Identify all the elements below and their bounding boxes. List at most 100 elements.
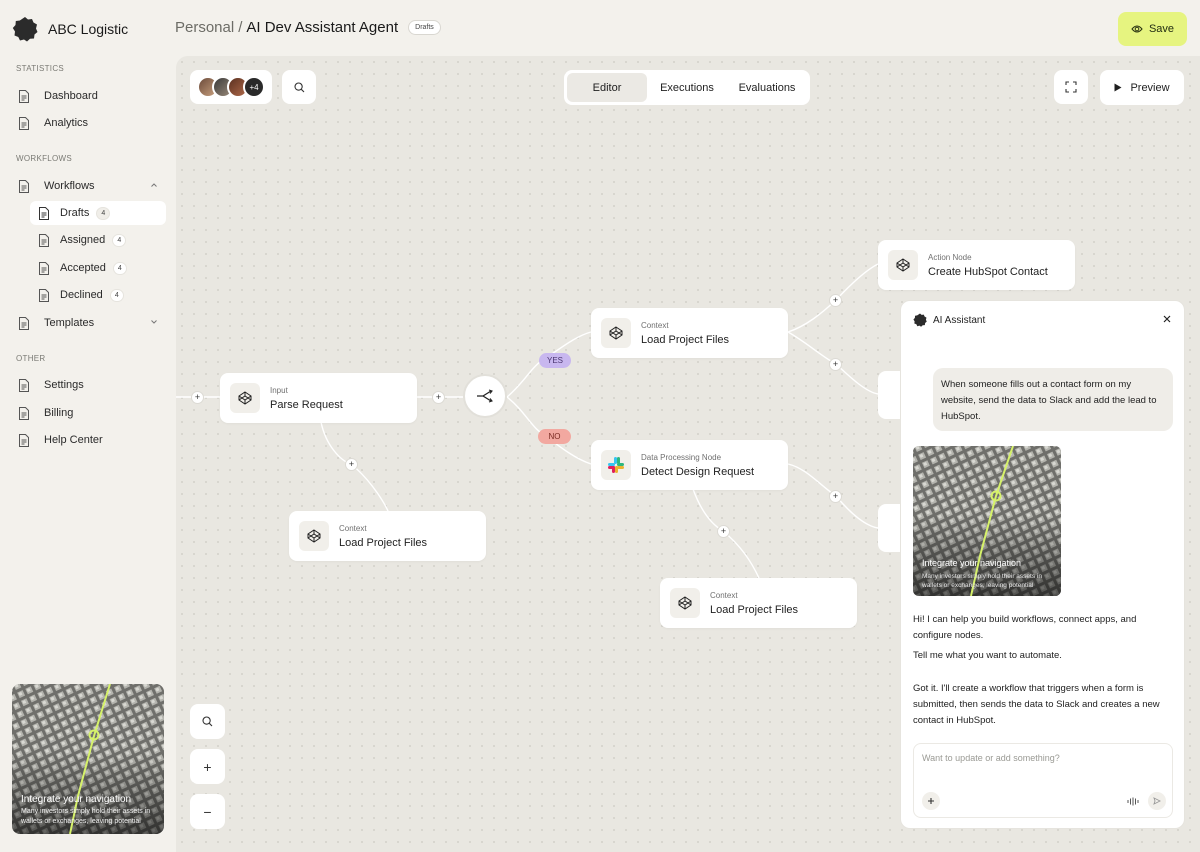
close-icon[interactable] bbox=[1162, 314, 1172, 324]
user-message: When someone fills out a contact form on… bbox=[933, 368, 1173, 431]
fullscreen-button[interactable] bbox=[1054, 70, 1088, 104]
document-icon bbox=[39, 261, 49, 275]
status-badge: Drafts bbox=[408, 20, 441, 35]
codepen-icon bbox=[238, 391, 252, 405]
node-type: Action Node bbox=[928, 253, 972, 262]
node-type: Data Processing Node bbox=[641, 453, 722, 462]
document-icon bbox=[39, 206, 49, 220]
section-title-statistics: STATISTICS bbox=[16, 64, 65, 73]
section-title-other: OTHER bbox=[16, 354, 46, 363]
search-button[interactable] bbox=[282, 70, 316, 104]
count-badge: 4 bbox=[109, 288, 124, 302]
add-node-button[interactable]: + bbox=[717, 525, 730, 538]
node-parse-request[interactable]: Input Parse Request bbox=[220, 373, 417, 423]
send-icon bbox=[1153, 797, 1161, 805]
brand-logo-icon bbox=[12, 17, 38, 42]
sidebar-item-label: Drafts bbox=[60, 207, 90, 219]
sidebar-item-assigned[interactable]: Assigned 4 bbox=[30, 228, 166, 252]
assistant-logo-icon bbox=[913, 313, 927, 327]
sidebar-item-label: Billing bbox=[44, 407, 74, 419]
sidebar-item-billing[interactable]: Billing bbox=[12, 401, 166, 425]
node-detect-design-request[interactable]: Data Processing Node Detect Design Reque… bbox=[591, 440, 788, 490]
document-icon bbox=[19, 89, 29, 103]
preview-label: Preview bbox=[1130, 81, 1170, 94]
document-icon bbox=[19, 433, 29, 447]
search-icon bbox=[202, 716, 213, 727]
promo-text: Many investors simply hold their assets … bbox=[21, 808, 151, 825]
breadcrumb: Personal / AI Dev Assistant Agent Drafts bbox=[175, 19, 441, 36]
node-icon-box bbox=[601, 450, 631, 480]
voice-button[interactable] bbox=[1124, 792, 1142, 810]
promo-title: Integrate your navigation bbox=[21, 794, 132, 805]
document-icon bbox=[19, 316, 29, 330]
sidebar-item-label: Declined bbox=[60, 289, 103, 301]
sidebar-item-label: Accepted bbox=[60, 262, 106, 274]
sidebar-item-help-center[interactable]: Help Center bbox=[12, 428, 166, 452]
chevron-up-icon[interactable] bbox=[150, 181, 158, 189]
node-icon-box bbox=[601, 318, 631, 348]
node-title: Load Project Files bbox=[710, 604, 799, 616]
tab-evaluations[interactable]: Evaluations bbox=[727, 73, 807, 102]
tab-editor[interactable]: Editor bbox=[567, 73, 647, 102]
document-icon bbox=[19, 116, 29, 130]
brand[interactable]: ABC Logistic bbox=[12, 16, 128, 42]
node-load-project-files[interactable]: Context Load Project Files bbox=[660, 578, 857, 628]
sidebar: ABC Logistic STATISTICS Dashboard Analyt… bbox=[0, 0, 176, 852]
router-node[interactable] bbox=[463, 374, 507, 418]
tab-executions[interactable]: Executions bbox=[647, 73, 727, 102]
sidebar-item-label: Workflows bbox=[44, 180, 95, 192]
attach-button[interactable] bbox=[922, 792, 940, 810]
sidebar-item-declined[interactable]: Declined 4 bbox=[30, 283, 166, 307]
node-load-project-files[interactable]: Context Load Project Files bbox=[289, 511, 486, 561]
sidebar-item-workflows[interactable]: Workflows bbox=[12, 174, 166, 198]
codepen-icon bbox=[307, 529, 321, 543]
page-title: AI Dev Assistant Agent bbox=[246, 19, 399, 36]
node-icon-box bbox=[299, 521, 329, 551]
node-title: Detect Design Request bbox=[641, 466, 755, 478]
branch-yes-label: YES bbox=[539, 353, 571, 368]
zoom-in-button[interactable]: + bbox=[190, 749, 225, 784]
breadcrumb-root[interactable]: Personal bbox=[175, 19, 234, 36]
collaborator-avatars[interactable]: +4 bbox=[190, 70, 272, 104]
search-icon bbox=[293, 81, 304, 92]
sidebar-item-templates[interactable]: Templates bbox=[12, 311, 166, 335]
node-type: Context bbox=[710, 591, 738, 600]
preview-button[interactable]: Preview bbox=[1100, 70, 1184, 105]
codepen-icon bbox=[609, 326, 623, 340]
add-node-button[interactable]: + bbox=[829, 490, 842, 503]
ai-assistant-panel: AI Assistant When someone fills out a co… bbox=[900, 300, 1185, 829]
document-icon bbox=[19, 406, 29, 420]
chat-input[interactable]: Want to update or add something? bbox=[913, 743, 1173, 818]
node-title: Load Project Files bbox=[339, 537, 428, 549]
chevron-down-icon[interactable] bbox=[150, 318, 158, 326]
add-node-button[interactable]: + bbox=[432, 391, 445, 404]
sidebar-item-drafts[interactable]: Drafts 4 bbox=[30, 201, 166, 225]
avatars-more-count[interactable]: +4 bbox=[243, 76, 265, 98]
node-type: Context bbox=[641, 321, 669, 330]
add-node-button[interactable]: + bbox=[191, 391, 204, 404]
add-node-button[interactable]: + bbox=[829, 358, 842, 371]
canvas-search-button[interactable] bbox=[190, 704, 225, 739]
sidebar-item-settings[interactable]: Settings bbox=[12, 373, 166, 397]
assistant-message: Got it. I'll create a workflow that trig… bbox=[913, 683, 1160, 726]
send-button[interactable] bbox=[1148, 792, 1166, 810]
save-button[interactable]: Save bbox=[1118, 12, 1187, 46]
sidebar-item-analytics[interactable]: Analytics bbox=[12, 111, 166, 135]
add-node-button[interactable]: + bbox=[829, 294, 842, 307]
chat-title: AI Assistant bbox=[933, 314, 986, 326]
chat-image-card[interactable]: Integrate your navigation Many investors… bbox=[913, 446, 1061, 596]
plus-icon bbox=[928, 798, 934, 804]
promo-card[interactable]: Integrate your navigation Many investors… bbox=[12, 684, 164, 834]
node-title: Parse Request bbox=[270, 399, 343, 411]
count-badge: 4 bbox=[112, 261, 127, 275]
add-node-button[interactable]: + bbox=[345, 458, 358, 471]
save-label: Save bbox=[1148, 23, 1175, 35]
sidebar-item-accepted[interactable]: Accepted 4 bbox=[30, 256, 166, 280]
node-load-project-files[interactable]: Context Load Project Files bbox=[591, 308, 788, 358]
sidebar-item-dashboard[interactable]: Dashboard bbox=[12, 84, 166, 108]
document-icon bbox=[19, 179, 29, 193]
chat-header: AI Assistant bbox=[913, 313, 985, 327]
node-create-hubspot-contact[interactable]: Action Node Create HubSpot Contact bbox=[878, 240, 1075, 290]
zoom-out-button[interactable]: − bbox=[190, 794, 225, 829]
waveform-icon bbox=[1127, 797, 1139, 805]
